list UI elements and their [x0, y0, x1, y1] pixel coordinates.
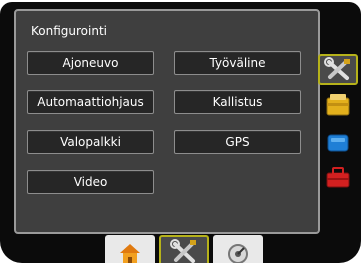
home-icon	[120, 244, 140, 263]
gps-button[interactable]: GPS	[174, 130, 301, 154]
wrench-screwdriver-icon	[170, 239, 196, 263]
bottom-tab-home[interactable]	[105, 235, 155, 263]
side-tab-tools[interactable]	[318, 54, 358, 85]
device-frame: Konfigurointi Ajoneuvo Työväline Automaa…	[0, 2, 361, 263]
valopalkki-button[interactable]: Valopalkki	[27, 130, 154, 154]
side-tab-display[interactable]	[318, 127, 358, 158]
side-tab-folder[interactable]	[318, 89, 358, 120]
ajoneuvo-button[interactable]: Ajoneuvo	[27, 51, 154, 75]
panel-title: Konfigurointi	[31, 24, 107, 38]
wrench-screwdriver-icon	[324, 57, 350, 80]
tyovaline-button[interactable]: Työväline	[174, 51, 301, 75]
blue-screen-icon	[327, 134, 349, 152]
automaattiohjaus-button[interactable]: Automaattiohjaus	[27, 90, 154, 114]
video-button[interactable]: Video	[27, 170, 154, 194]
configuration-panel: Konfigurointi Ajoneuvo Työväline Automaa…	[14, 9, 320, 234]
yellow-folder-icon	[326, 94, 350, 116]
red-toolbox-icon	[326, 167, 350, 188]
kallistus-button[interactable]: Kallistus	[174, 90, 301, 114]
bottom-tab-tools[interactable]	[159, 235, 209, 263]
side-tab-toolbox[interactable]	[318, 162, 358, 193]
gauge-icon	[228, 244, 248, 263]
bottom-tab-gauge[interactable]	[213, 235, 263, 263]
